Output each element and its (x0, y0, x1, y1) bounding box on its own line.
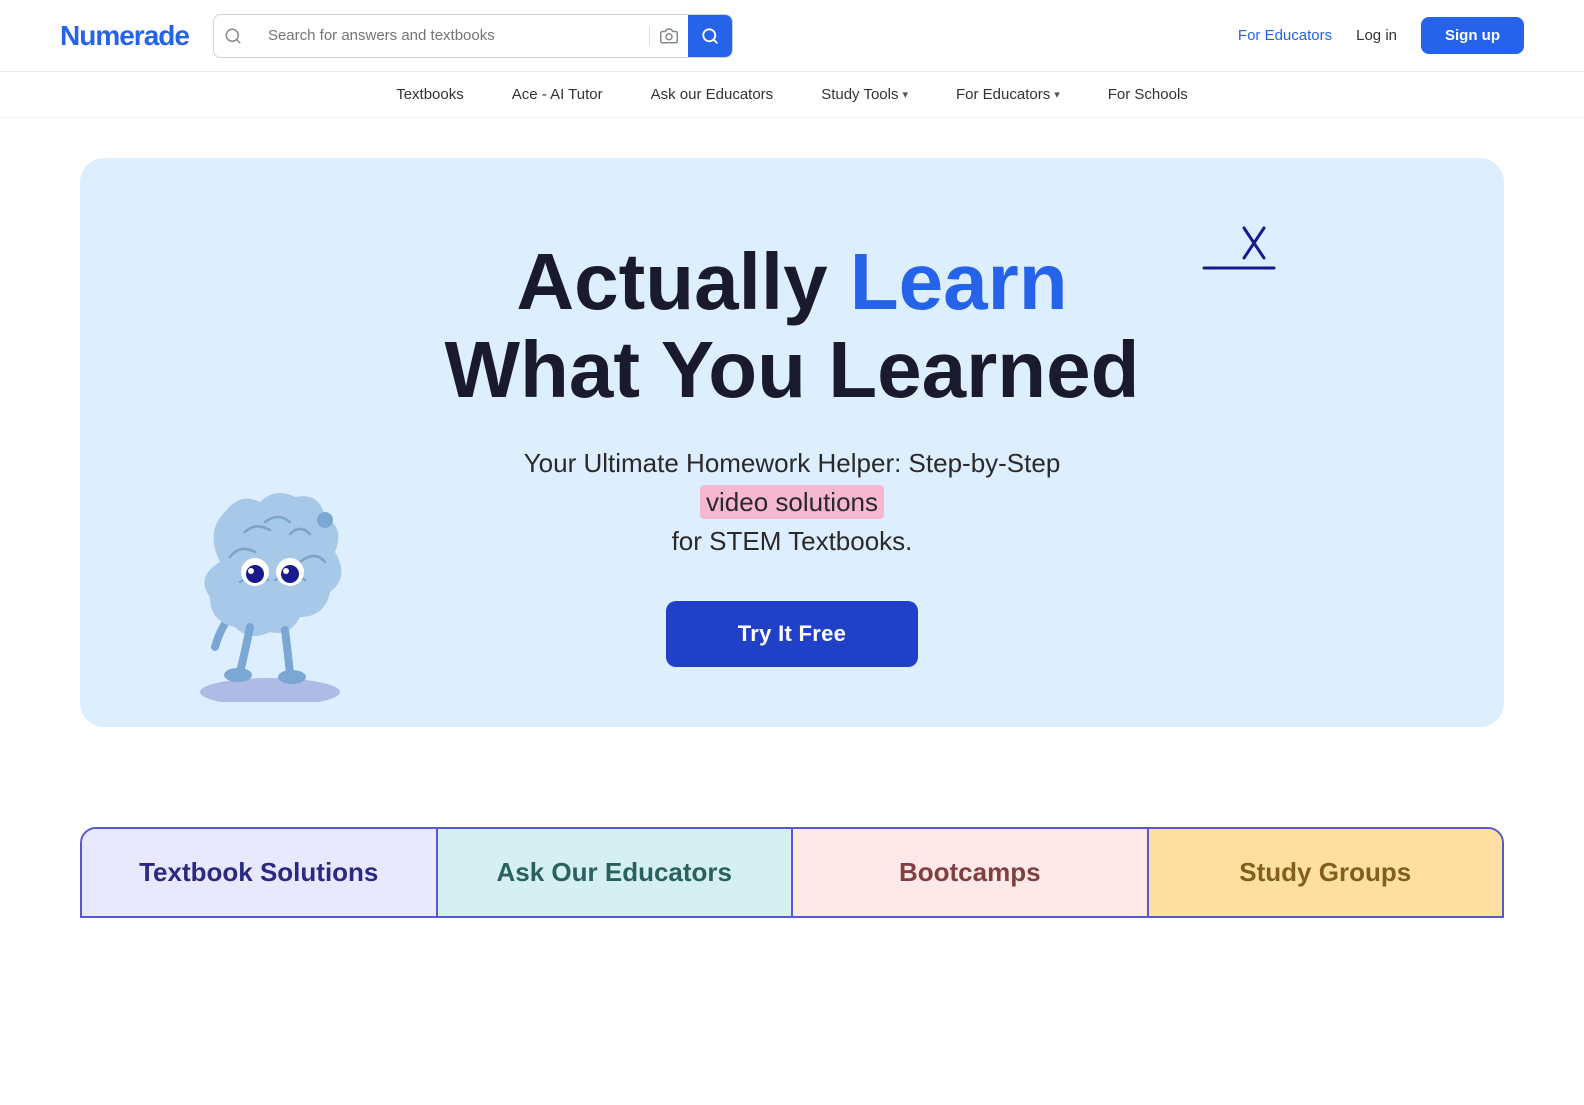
hero-subtitle: Your Ultimate Homework Helper: Step-by-S… (524, 444, 1061, 561)
hero-wrapper: Actually Learn What You Learned Your Ult… (0, 118, 1584, 767)
camera-icon-button[interactable] (649, 27, 688, 45)
brain-mascot (160, 462, 380, 707)
try-it-free-button[interactable]: Try It Free (666, 601, 918, 667)
search-submit-button[interactable] (688, 14, 732, 58)
tab-textbook-solutions[interactable]: Textbook Solutions (82, 829, 438, 916)
nav-textbooks[interactable]: Textbooks (396, 86, 464, 103)
nav-ask-educators[interactable]: Ask our Educators (651, 86, 774, 103)
tabs-row: Textbook Solutions Ask Our Educators Boo… (80, 827, 1504, 918)
hero-title-learn-word: Learn (850, 237, 1068, 326)
header-left: Numerade (60, 14, 733, 58)
search-input[interactable] (252, 27, 649, 44)
tab-ask-educators[interactable]: Ask Our Educators (438, 829, 794, 916)
login-button[interactable]: Log in (1356, 27, 1397, 44)
search-icon (214, 27, 252, 45)
hero-subtitle-highlight: video solutions (700, 485, 884, 519)
hero-title-line1: Actually Learn (445, 238, 1140, 326)
tab-study-groups[interactable]: Study Groups (1149, 829, 1503, 916)
header: Numerade For Educators Log in Sign up (0, 0, 1584, 72)
logo[interactable]: Numerade (60, 20, 189, 52)
header-right: For Educators Log in Sign up (1238, 17, 1524, 54)
hero-subtitle-line1: Your Ultimate Homework Helper: Step-by-S… (524, 448, 1061, 478)
hero-section: Actually Learn What You Learned Your Ult… (80, 158, 1504, 727)
search-bar (213, 14, 733, 58)
hero-title: Actually Learn What You Learned (445, 238, 1140, 414)
hero-title-line2: What You Learned (445, 326, 1140, 414)
tab-bootcamps[interactable]: Bootcamps (793, 829, 1149, 916)
for-educators-chevron: ▾ (1054, 88, 1060, 101)
nav-for-schools[interactable]: For Schools (1108, 86, 1188, 103)
main-nav: Textbooks Ace - AI Tutor Ask our Educato… (0, 72, 1584, 118)
signup-button[interactable]: Sign up (1421, 17, 1524, 54)
hero-subtitle-line3: for STEM Textbooks. (672, 526, 913, 556)
for-educators-header-link[interactable]: For Educators (1238, 27, 1332, 44)
nav-for-educators[interactable]: For Educators ▾ (956, 86, 1060, 103)
tabs-section: Textbook Solutions Ask Our Educators Boo… (0, 827, 1584, 918)
nav-ace-ai-tutor[interactable]: Ace - AI Tutor (512, 86, 603, 103)
nav-study-tools[interactable]: Study Tools ▾ (821, 86, 908, 103)
study-tools-chevron: ▾ (902, 88, 908, 101)
sparkle-decoration (1184, 218, 1284, 298)
logo-text: Numerade (60, 20, 189, 51)
